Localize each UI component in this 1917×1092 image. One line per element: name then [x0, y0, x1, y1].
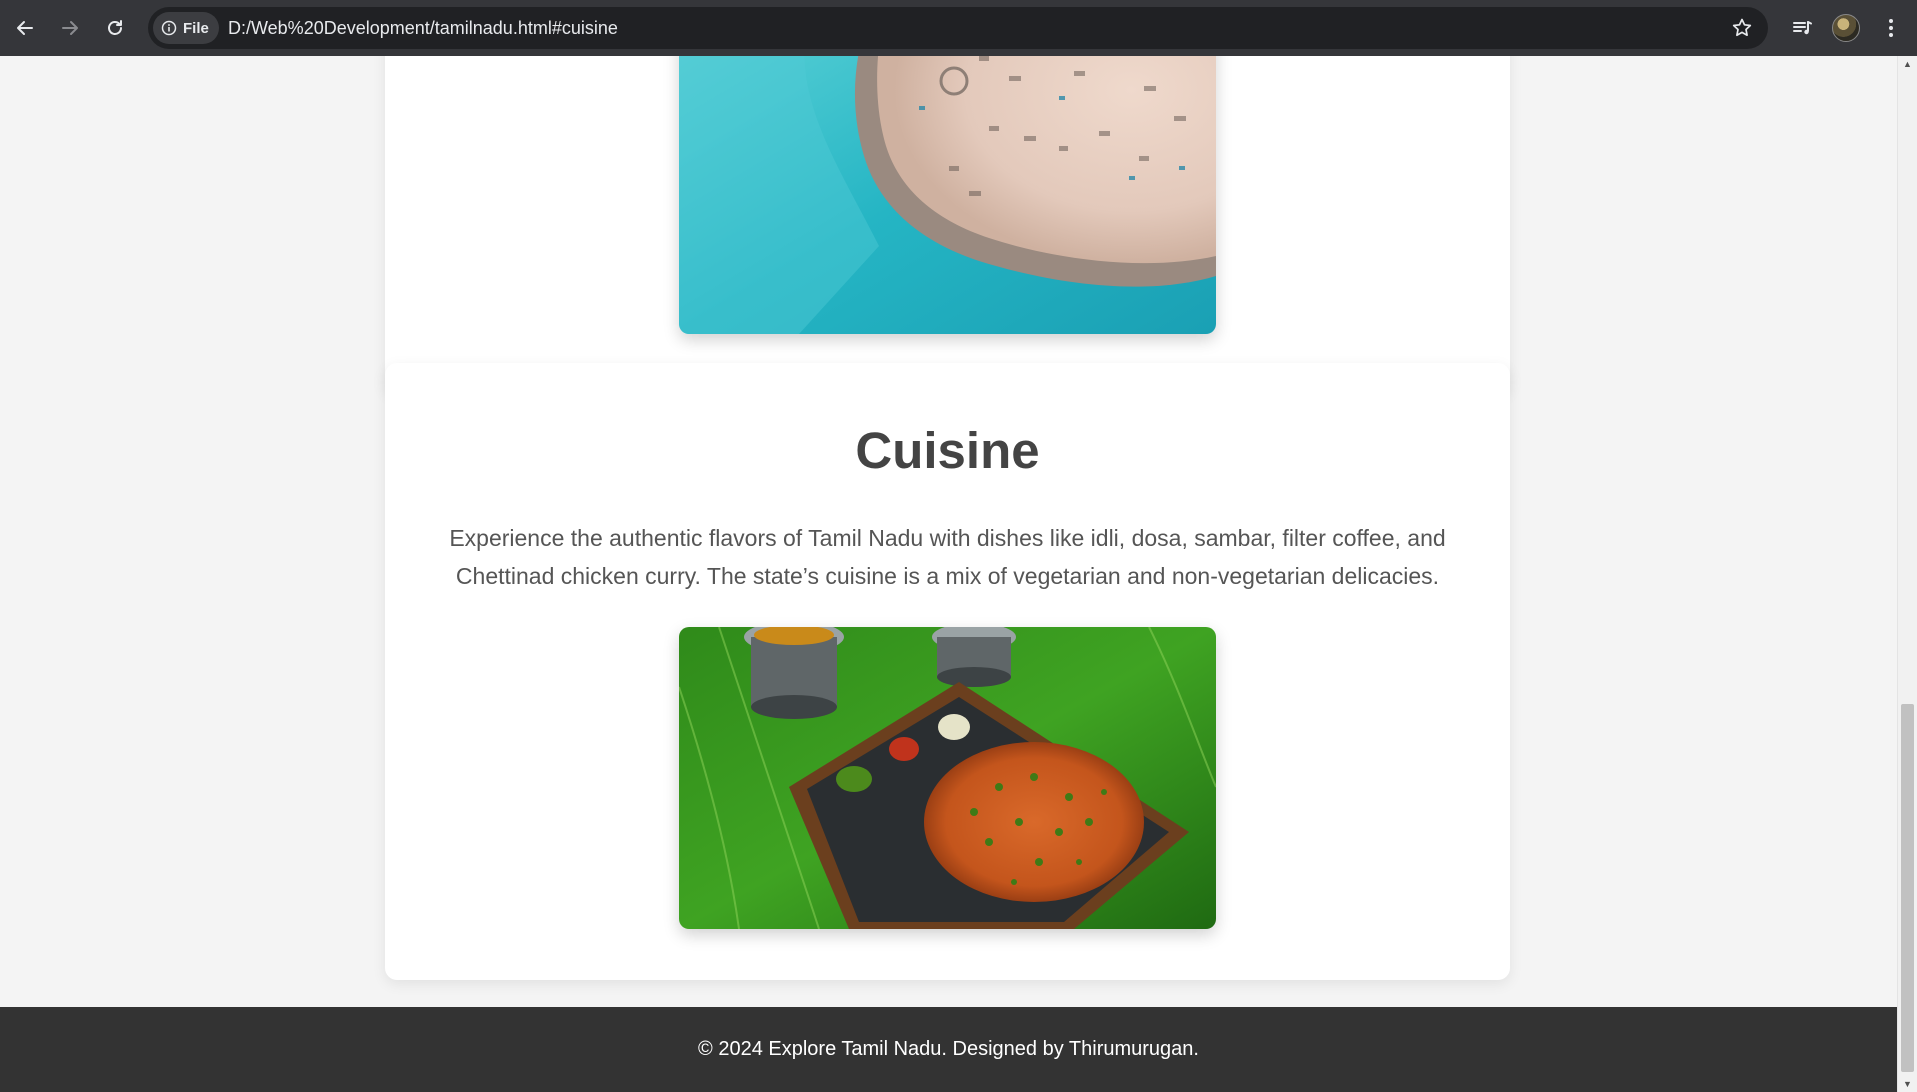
more-vert-icon: [1889, 19, 1893, 37]
scroll-up-arrow[interactable]: ▲: [1898, 56, 1917, 72]
address-bar[interactable]: File D:/Web%20Development/tamilnadu.html…: [148, 7, 1768, 49]
profile-button[interactable]: [1830, 12, 1862, 44]
cuisine-heading: Cuisine: [855, 422, 1040, 479]
bookmark-star-button[interactable]: [1730, 16, 1754, 45]
more-menu-button[interactable]: [1875, 12, 1907, 44]
page-scrollbar[interactable]: ▲ ▼: [1897, 56, 1917, 1092]
forward-arrow-icon: [62, 21, 78, 35]
cuisine-section-card: Cuisine Experience the authentic flavors…: [385, 363, 1510, 980]
reload-button[interactable]: [99, 12, 131, 44]
browser-toolbar: File D:/Web%20Development/tamilnadu.html…: [0, 0, 1917, 56]
site-info-chip[interactable]: File: [153, 12, 219, 44]
site-footer: © 2024 Explore Tamil Nadu. Designed by T…: [0, 1007, 1897, 1092]
profile-avatar: [1832, 14, 1860, 42]
back-arrow-icon: [17, 21, 33, 35]
reading-list-button[interactable]: [1786, 12, 1818, 44]
beach-aerial-image: [679, 56, 1216, 334]
forward-button[interactable]: [54, 12, 86, 44]
scroll-down-arrow[interactable]: ▼: [1898, 1076, 1917, 1092]
cuisine-dosa-image: [679, 627, 1216, 929]
footer-copyright: © 2024 Explore Tamil Nadu. Designed by T…: [698, 1038, 1199, 1060]
back-button[interactable]: [9, 12, 41, 44]
star-icon: [1732, 18, 1752, 37]
beaches-section-card: [385, 56, 1510, 394]
scroll-thumb[interactable]: [1901, 704, 1914, 1072]
url-text[interactable]: D:/Web%20Development/tamilnadu.html#cuis…: [228, 7, 618, 49]
info-icon: [161, 20, 177, 36]
page-viewport: Cuisine Experience the authentic flavors…: [0, 56, 1897, 1092]
reload-icon: [108, 20, 122, 35]
site-chip-label: File: [183, 19, 209, 37]
reading-list-icon: [1793, 21, 1812, 35]
cuisine-description: Experience the authentic flavors of Tami…: [449, 525, 1446, 589]
